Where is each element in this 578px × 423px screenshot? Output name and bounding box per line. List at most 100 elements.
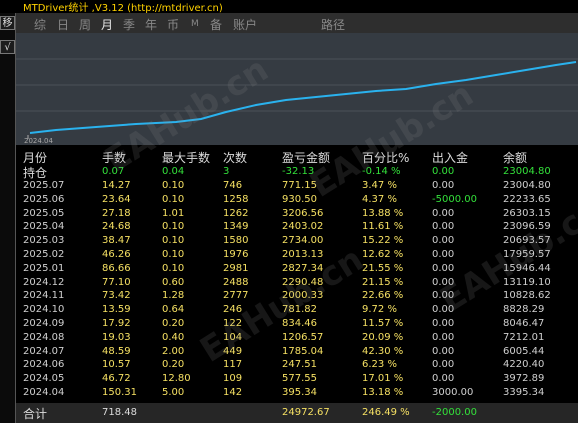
table-cell-count: 142 (223, 387, 243, 398)
table-cell-deposit: 0.00 (432, 180, 455, 191)
table-cell-month: 2024.06 (23, 359, 65, 371)
table-cell-month: 2024.10 (23, 304, 65, 316)
table-cell-deposit: 0.00 (432, 262, 455, 274)
table-cell-max-lots: 12.80 (162, 373, 191, 385)
stats-table: 月份 手数 最大手数 次数 盈亏金额 百分比% 出入金 余额 持仓 0.07 0.04 3 -32.13… (16, 145, 578, 423)
table-cell-count: 2488 (223, 276, 249, 288)
column-header-max-lots[interactable]: 最大手数 (162, 149, 210, 166)
column-header-deposit[interactable]: 出入金 (432, 149, 468, 166)
table-cell-count: 1580 (223, 235, 249, 247)
table-cell-lots: 13.59 (102, 304, 131, 316)
table-cell-deposit: 0.00 (432, 318, 455, 329)
table-cell-count: 746 (223, 180, 243, 191)
table-cell-max-lots: 0.10 (162, 180, 185, 191)
table-cell-balance: 17959.57 (503, 249, 551, 260)
table-cell-balance: 3972.89 (503, 373, 545, 385)
table-cell-profit: 2290.48 (282, 276, 324, 288)
table-cell-month: 2024.11 (23, 290, 65, 302)
column-header-lots[interactable]: 手数 (102, 149, 126, 166)
table-cell-month: 2025.07 (23, 180, 65, 191)
tab-quarter[interactable]: 季 (123, 16, 135, 33)
table-cell-profit: 2000.33 (282, 290, 324, 302)
column-header-profit[interactable]: 盈亏金额 (282, 149, 330, 166)
window-title: MTDriver统计 ,V3.12 (http://mtdriver.cn) (23, 3, 223, 14)
table-cell-lots: 17.92 (102, 318, 131, 329)
table-cell-percent: 20.09 % (362, 331, 404, 343)
chart-gridlines (16, 58, 578, 112)
table-cell-max-lots: 5.00 (162, 387, 185, 398)
tab-path[interactable]: 路径 (321, 16, 345, 33)
column-header-balance[interactable]: 余额 (503, 149, 527, 166)
table-cell-lots: 38.47 (102, 235, 131, 247)
table-cell-percent: 11.57 % (362, 318, 404, 329)
table-cell-max-lots: 0.20 (162, 318, 185, 329)
period-tabs: 综 日 周 月 季 年 币 M 备 账户 路径 (16, 13, 578, 33)
table-cell-percent: 22.66 % (362, 290, 404, 302)
table-cell-deposit: 3000.00 (432, 387, 474, 398)
table-cell-count: 109 (223, 373, 243, 385)
table-cell-percent: 4.37 % (362, 193, 397, 205)
tab-summary[interactable]: 综 (34, 16, 46, 33)
tab-year[interactable]: 年 (145, 16, 157, 33)
table-cell-count: 122 (223, 318, 243, 329)
table-cell-month: 2025.01 (23, 262, 65, 274)
table-cell-count: 1976 (223, 249, 249, 260)
table-cell-balance: 26303.15 (503, 207, 551, 219)
table-cell-percent: 21.15 % (362, 276, 404, 288)
table-cell-percent: 12.62 % (362, 249, 404, 260)
tab-account[interactable]: 账户 (233, 16, 257, 33)
table-cell-month: 2025.02 (23, 249, 65, 260)
table-cell-balance: 6005.44 (503, 345, 545, 357)
column-header-percent[interactable]: 百分比% (362, 149, 409, 166)
table-cell-month: 2025.05 (23, 207, 65, 219)
table-cell-month: 2024.09 (23, 318, 65, 329)
table-cell-percent: 13.88 % (362, 207, 404, 219)
table-cell-deposit: 0.00 (432, 221, 455, 233)
holding-deposit: 0.00 (432, 166, 455, 177)
holding-max-lots: 0.04 (162, 166, 185, 177)
table-cell-count: 1262 (223, 207, 249, 219)
check-button[interactable]: √ (0, 40, 15, 54)
tab-notes[interactable]: 备 (210, 16, 222, 33)
table-cell-percent: 6.23 % (362, 359, 397, 371)
table-cell-count: 104 (223, 331, 243, 343)
tab-magic[interactable]: M (191, 19, 199, 29)
table-cell-count: 1258 (223, 193, 249, 205)
table-cell-lots: 19.03 (102, 331, 131, 343)
table-cell-deposit: 0.00 (432, 359, 455, 371)
table-cell-deposit: 0.00 (432, 276, 455, 288)
table-cell-month: 2025.06 (23, 193, 65, 205)
table-cell-max-lots: 0.40 (162, 331, 185, 343)
table-cell-balance: 23004.80 (503, 180, 551, 191)
table-cell-profit: 834.46 (282, 318, 317, 329)
table-cell-balance: 8828.29 (503, 304, 545, 316)
holding-balance: 23004.80 (503, 166, 551, 177)
total-deposit: -2000.00 (432, 407, 477, 418)
table-cell-profit: 2734.00 (282, 235, 324, 247)
x-axis-label: 2024.04 (24, 137, 53, 145)
table-cell-month: 2024.04 (23, 387, 65, 398)
tab-currency[interactable]: 币 (167, 16, 179, 33)
total-percent: 246.49 % (362, 407, 410, 418)
table-cell-count: 246 (223, 304, 243, 316)
table-cell-profit: 771.15 (282, 180, 317, 191)
title-bar: MTDriver统计 ,V3.12 (http://mtdriver.cn) (0, 0, 578, 14)
holding-profit: -32.13 (282, 166, 315, 177)
table-cell-lots: 23.64 (102, 193, 131, 205)
table-cell-balance: 23096.59 (503, 221, 551, 233)
tab-month[interactable]: 月 (101, 16, 113, 33)
tab-week[interactable]: 周 (79, 16, 91, 33)
table-cell-balance: 13119.10 (503, 276, 551, 288)
tab-day[interactable]: 日 (57, 16, 69, 33)
table-cell-lots: 73.42 (102, 290, 131, 302)
table-cell-percent: 3.47 % (362, 180, 397, 191)
table-cell-balance: 10828.62 (503, 290, 551, 302)
move-button[interactable]: 移 (0, 16, 15, 30)
table-cell-deposit: 0.00 (432, 345, 455, 357)
balance-chart: 2024.04 (16, 33, 578, 145)
table-cell-lots: 14.27 (102, 180, 131, 191)
column-header-count[interactable]: 次数 (223, 149, 247, 166)
table-cell-max-lots: 0.10 (162, 249, 185, 260)
table-cell-count: 2777 (223, 290, 249, 302)
holding-percent: -0.14 % (362, 166, 401, 177)
